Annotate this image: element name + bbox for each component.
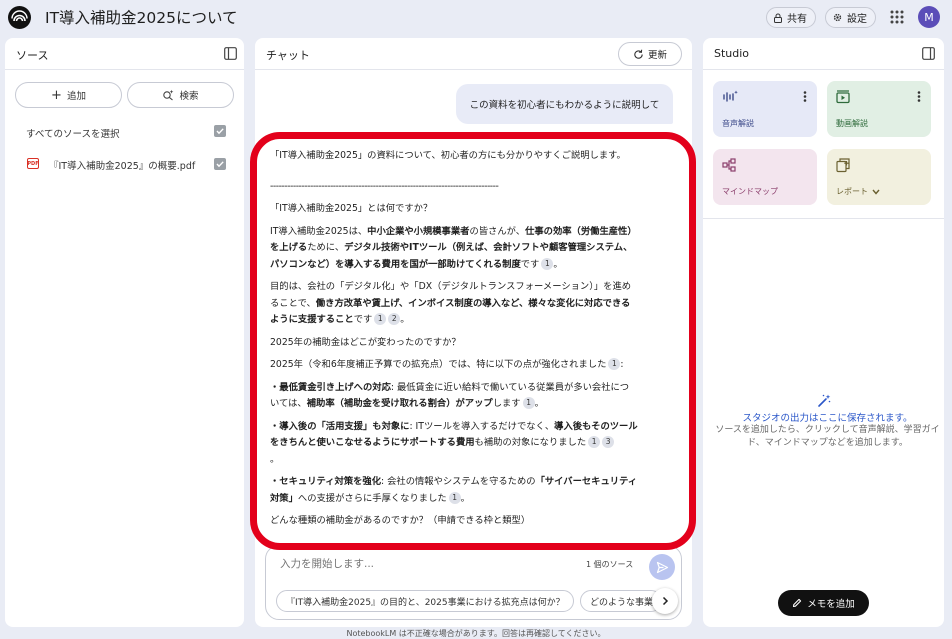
share-button[interactable]: 共有 [766,7,816,28]
answer-divider: ----------------------------------------… [270,180,499,192]
search-sparkle-icon [163,89,174,101]
select-all-checkbox[interactable] [214,125,226,137]
share-label: 共有 [787,14,807,25]
citation-badge[interactable]: 1 [448,491,461,504]
refresh-button[interactable]: 更新 [618,42,682,66]
citation-badge[interactable]: 1 [541,257,554,270]
more-vert-icon[interactable] [917,91,921,102]
chevron-right-icon [662,596,669,606]
top-bar: IT導入補助金2025について 共有 設定 M [0,0,952,36]
sources-panel: ソース + 追加 検索 すべてのソースを選択 PDF 『IT導入補助金2025』… [5,38,244,627]
source-count: 1 個のソース [586,560,634,569]
avatar[interactable]: M [918,6,940,28]
chat-input-box: 1 個のソース 『IT導入補助金2025』の目的と、2025事業における拡充点は… [265,545,682,620]
citation-badge[interactable]: 1 [522,397,535,409]
notebook-title[interactable]: IT導入補助金2025について [45,6,238,28]
answer-bullet: ・最低賃金引き上げへの対応: 最低賃金に近い給料で働いている従業員が多い会社につ… [270,381,630,409]
studio-divider [703,218,944,219]
pdf-icon: PDF [27,158,39,169]
studio-panel: Studio 音声解説 動画解説 マインドマップ レポート スタジオの出力はここ… [703,38,944,627]
add-source-button[interactable]: + 追加 [15,82,122,108]
add-source-label: 追加 [66,91,86,102]
answer-paragraph: IT導入補助金2025は、中小企業や小規模事業者の皆さんが、仕事の効率（労働生産… [270,225,637,270]
plus-icon: + [51,87,62,103]
tile-report[interactable]: レポート [827,149,931,205]
add-note-button[interactable]: メモを追加 [778,590,869,616]
sources-title: ソース [16,49,49,62]
citation-badge[interactable]: 3 [602,436,615,448]
audio-wave-icon [723,90,738,102]
send-icon [656,561,668,573]
studio-empty-description: ソースを追加したら、クリックして音声解説、学習ガイド、マインドマップなどを追加し… [715,425,940,448]
tile-audio-overview[interactable]: 音声解説 [713,81,817,137]
next-suggestions-button[interactable] [652,588,678,614]
gear-icon [833,13,842,22]
tile-label: レポート [836,186,880,197]
answer-bullet: ・セキュリティ対策を強化: 会社の情報やシステムを守るための「サイバーセキュリテ… [270,476,638,504]
search-source-button[interactable]: 検索 [127,82,234,108]
suggestion-chip[interactable]: 『IT導入補助金2025』の目的と、2025事業における拡充点は何か？ [276,590,574,612]
citation-badge[interactable]: 1 [608,358,621,370]
send-button[interactable] [649,554,675,580]
citation-badge[interactable]: 2 [388,313,401,325]
lock-icon [774,13,782,23]
studio-title: Studio [714,47,750,60]
answer-paragraph: 目的は、会社の「デジタル化」や「DX（デジタルトランスフォーメーション）」を進め… [270,281,632,325]
answer-paragraph: 2025年（令和6年度補正予算での拡充点）では、特に以下の点が強化されました 1: [270,358,624,370]
more-vert-icon[interactable] [803,91,807,102]
refresh-label: 更新 [647,50,667,61]
tile-video-overview[interactable]: 動画解説 [827,81,931,137]
notebooklm-logo-icon[interactable] [8,6,31,29]
search-source-label: 検索 [179,91,199,102]
studio-header: Studio [703,38,944,70]
chat-input[interactable] [280,554,560,574]
answer-intro: 「IT導入補助金2025」の資料について、初心者の方にも分かりやすくご説明します… [270,150,626,161]
report-add-icon [836,158,850,173]
settings-label: 設定 [847,14,867,25]
refresh-icon [634,49,643,59]
tile-label: 動画解説 [836,119,868,128]
settings-button[interactable]: 設定 [825,7,876,28]
select-all-label: すべてのソースを選択 [26,129,120,140]
chat-header: チャット 更新 [255,38,692,70]
source-item-checkbox[interactable] [214,158,226,170]
studio-empty-title: スタジオの出力はここに保存されます。 [742,413,913,424]
suggestion-chip[interactable]: どのような事業者 [580,590,662,612]
apps-grid-icon[interactable] [889,9,905,25]
mind-map-icon [722,158,736,172]
tile-label-text: レポート [836,187,868,196]
magic-wand-icon [818,394,831,407]
tile-label: 音声解説 [722,119,754,128]
tile-label: マインドマップ [722,187,778,196]
add-note-label: メモを追加 [807,599,855,610]
citation-badge[interactable]: 1 [374,313,387,325]
chat-panel: チャット 更新 この資料を初心者にもわかるように説明して 「IT導入補助金202… [255,38,692,627]
sources-header: ソース [5,38,244,70]
pencil-icon [793,598,802,608]
citation-badge[interactable]: 1 [588,436,601,448]
tile-mind-map[interactable]: マインドマップ [713,149,817,205]
chevron-down-icon[interactable] [872,189,880,195]
footer-disclaimer: NotebookLM は不正確な場合があります。回答は再確認してください。 [346,629,606,638]
assistant-answer: 「IT導入補助金2025」の資料について、初心者の方にも分かりやすくご説明します… [270,148,638,548]
chat-title: チャット [266,49,310,62]
answer-heading: どんな種類の補助金があるのですか？（申請できる枠と類型） [270,515,531,526]
source-item-name[interactable]: 『IT導入補助金2025』の概要.pdf [49,158,195,172]
answer-heading: 2025年の補助金はどこが変わったのですか？ [270,336,461,348]
user-message: この資料を初心者にもわかるように説明して [456,84,673,124]
checkmark-icon [216,128,224,135]
checkmark-icon [216,161,224,168]
answer-heading: 「IT導入補助金2025」とは何ですか？ [270,203,433,214]
collapse-panel-icon[interactable] [922,47,935,60]
answer-bullet: ・導入後の「活用支援」も対象に: ITツールを導入するだけでなく、導入後もそのツ… [270,420,638,465]
video-play-icon [836,90,850,104]
collapse-panel-icon[interactable] [224,47,237,60]
